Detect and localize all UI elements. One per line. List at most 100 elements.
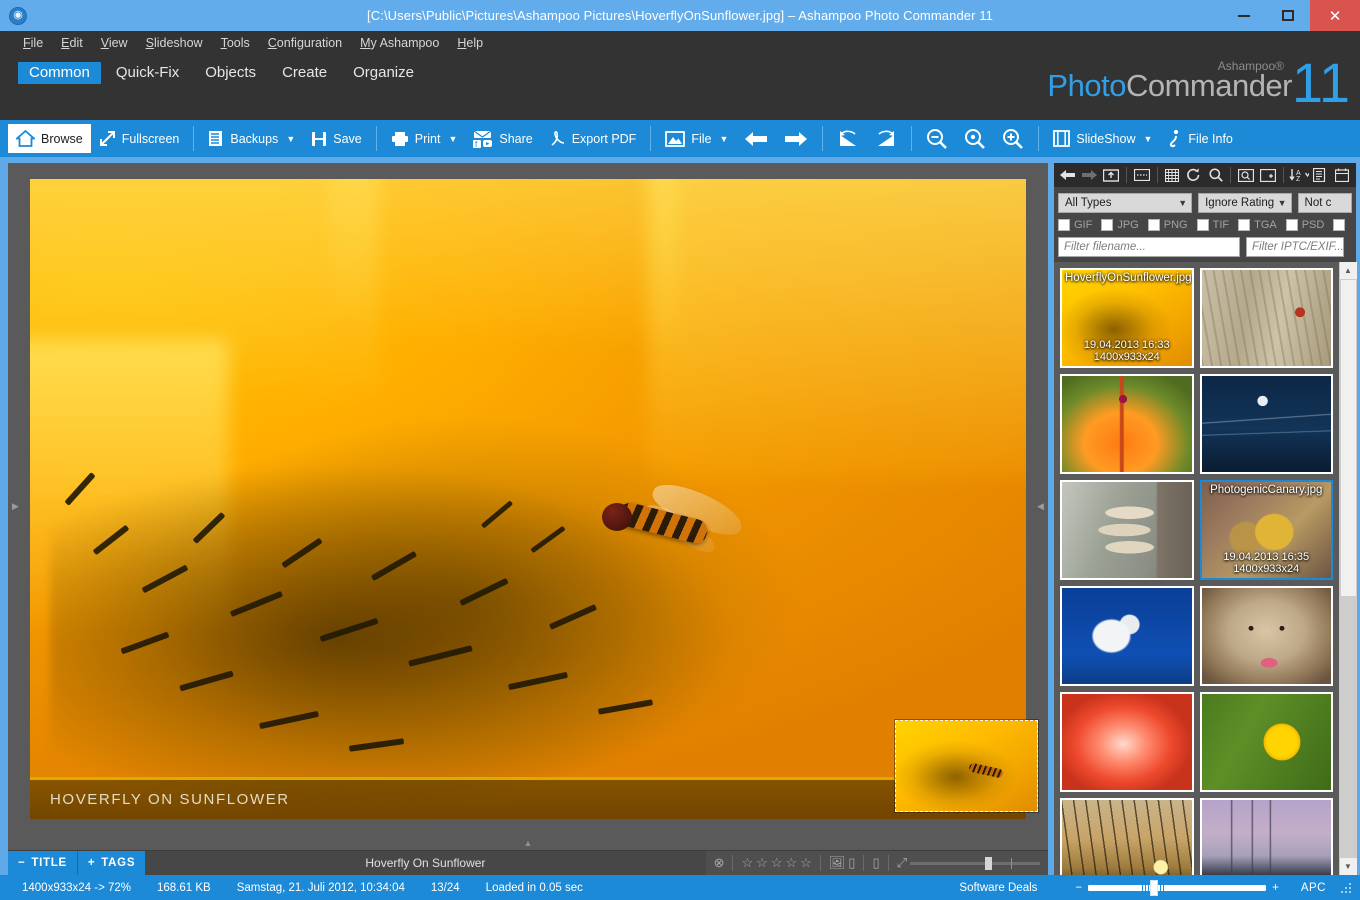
zoom-slider[interactable] — [1088, 879, 1267, 896]
tags-pill-button[interactable]: + TAGS — [76, 851, 146, 875]
search-icon[interactable] — [1206, 165, 1226, 185]
format-checkbox-tif[interactable]: TIF — [1196, 219, 1229, 231]
tab-common[interactable]: Common — [18, 62, 101, 84]
menu-my-ashampoo[interactable]: My Ashampoo — [351, 35, 448, 51]
scroll-up-button[interactable]: ▲ — [1339, 262, 1357, 279]
thumbnail-item[interactable] — [1060, 798, 1194, 875]
add-folder-icon[interactable] — [1258, 165, 1278, 185]
type-filter-select[interactable]: All Types ▼ — [1058, 193, 1193, 213]
menu-help[interactable]: Help — [448, 35, 492, 51]
zoom-out-button[interactable] — [918, 124, 956, 153]
tab-quick-fix[interactable]: Quick-Fix — [105, 62, 190, 84]
fullscreen-button[interactable]: Fullscreen — [91, 124, 188, 153]
tab-organize[interactable]: Organize — [342, 62, 425, 84]
zoom-plus-button[interactable]: + — [1272, 882, 1279, 894]
scrollbar-track[interactable] — [1339, 279, 1357, 858]
thumbnail-size-slider[interactable] — [910, 856, 1040, 870]
scroll-down-button[interactable]: ▼ — [1339, 858, 1357, 875]
rotate-right-button[interactable] — [867, 124, 905, 153]
zoom-region-icon[interactable] — [1236, 165, 1256, 185]
star-2[interactable]: ☆ — [756, 855, 768, 871]
browse-button[interactable]: Browse — [8, 124, 91, 153]
thumbnail-item[interactable] — [1060, 480, 1194, 580]
menu-slideshow[interactable]: Slideshow — [137, 35, 212, 51]
star-3[interactable]: ☆ — [771, 855, 783, 871]
previous-image-button[interactable] — [736, 124, 776, 153]
title-pill-button[interactable]: − TITLE — [8, 851, 77, 875]
sort-az-icon[interactable]: AZ — [1289, 165, 1309, 185]
checkbox-box[interactable] — [1101, 219, 1114, 231]
format-checkbox-png[interactable]: PNG — [1147, 219, 1188, 231]
zoom-fit-button[interactable] — [956, 124, 994, 153]
star-5[interactable]: ☆ — [800, 855, 812, 871]
left-panel-handle[interactable]: ▶ — [11, 496, 20, 518]
menu-file[interactable]: FFileile — [14, 35, 52, 51]
color-filter-select[interactable]: Not c — [1297, 193, 1352, 213]
maximize-button[interactable] — [1266, 0, 1310, 31]
backups-button[interactable]: Backups ▼ — [200, 124, 303, 153]
menu-tools[interactable]: Tools — [212, 35, 259, 51]
slideshow-button[interactable]: SlideShow ▼ — [1045, 124, 1160, 153]
close-button[interactable]: ✕ — [1310, 0, 1360, 31]
page-right-icon[interactable]: ▯ — [872, 855, 879, 871]
zoom-slider-knob[interactable] — [1150, 879, 1159, 896]
thumbnail-item[interactable] — [1199, 586, 1333, 686]
share-button[interactable]: f Share — [465, 124, 540, 153]
refresh-icon[interactable] — [1184, 165, 1204, 185]
checkbox-box[interactable] — [1058, 219, 1070, 231]
properties-icon[interactable] — [1311, 165, 1331, 185]
forward-arrow-icon[interactable] — [1080, 165, 1100, 185]
zoom-in-button[interactable] — [994, 124, 1032, 153]
menu-configuration[interactable]: Configuration — [259, 35, 351, 51]
thumbnail-item[interactable] — [1199, 374, 1333, 474]
slider-knob[interactable] — [985, 856, 993, 870]
filename-filter-input[interactable]: Filter filename... — [1058, 237, 1240, 257]
zoom-minus-button[interactable]: − — [1075, 882, 1082, 894]
checkbox-box[interactable] — [1285, 219, 1298, 231]
thumbnail-item[interactable] — [1060, 692, 1194, 792]
image-canvas[interactable]: HOVERFLY ON SUNFLOWER ▶ ◀ ▲ — [8, 163, 1048, 850]
file-info-button[interactable]: File Info — [1160, 124, 1240, 153]
main-photo[interactable]: HOVERFLY ON SUNFLOWER — [30, 179, 1026, 819]
checkbox-box[interactable] — [1333, 219, 1346, 231]
thumbnail-scrollbar[interactable]: ▲ ▼ — [1339, 262, 1357, 875]
scrollbar-remainder[interactable] — [1339, 597, 1357, 858]
thumbnail-item[interactable] — [1199, 692, 1333, 792]
back-arrow-icon[interactable] — [1058, 165, 1078, 185]
scroll-nub[interactable]: ▲ — [524, 838, 533, 848]
thumbnail-item[interactable]: HoverflyOnSunflower.jpg 19.04.2013 16:33… — [1060, 268, 1194, 368]
grid-view-icon[interactable] — [1162, 165, 1182, 185]
format-checkbox-psd[interactable]: PSD — [1285, 219, 1324, 231]
checkbox-box[interactable] — [1238, 219, 1251, 231]
thumbnail-item[interactable] — [1199, 268, 1333, 368]
thumbnail-item[interactable] — [1199, 798, 1333, 875]
list-view-icon[interactable] — [1132, 165, 1152, 185]
navigator-thumbnail[interactable] — [894, 719, 1039, 813]
software-deals-link[interactable]: Software Deals — [959, 882, 1037, 894]
thumbnail-item[interactable] — [1060, 374, 1194, 474]
image-icon[interactable]: 🖼 — [829, 855, 846, 871]
thumbnail-item-selected[interactable]: PhotogenicCanary.jpg 19.04.2013 16:35 14… — [1199, 480, 1333, 580]
checkbox-box[interactable] — [1196, 219, 1209, 231]
menu-view[interactable]: View — [92, 35, 137, 51]
expand-arrow-icon[interactable]: ⤢ — [897, 855, 907, 871]
minimize-button[interactable] — [1222, 0, 1266, 31]
calendar-icon[interactable] — [1332, 165, 1352, 185]
thumbnail-item[interactable] — [1060, 586, 1194, 686]
format-checkbox-gif[interactable]: GIF — [1058, 219, 1092, 231]
tab-create[interactable]: Create — [271, 62, 338, 84]
iptc-filter-input[interactable]: Filter IPTC/EXIF... — [1246, 237, 1344, 257]
tab-objects[interactable]: Objects — [194, 62, 267, 84]
circle-x-icon[interactable]: ⊗ — [714, 855, 725, 871]
format-checkbox-jpg[interactable]: JPG — [1101, 219, 1139, 231]
star-4[interactable]: ☆ — [785, 855, 797, 871]
rating-filter-select[interactable]: Ignore Rating ▼ — [1198, 193, 1292, 213]
page-left-icon[interactable]: ▯ — [848, 855, 855, 871]
menu-edit[interactable]: Edit — [52, 35, 92, 51]
rotate-left-button[interactable] — [829, 124, 867, 153]
save-button[interactable]: Save — [303, 124, 370, 153]
folder-up-icon[interactable] — [1101, 165, 1121, 185]
format-checkbox-tga[interactable]: TGA — [1238, 219, 1277, 231]
scrollbar-thumb[interactable] — [1339, 279, 1357, 598]
file-menu-button[interactable]: File ▼ — [657, 124, 736, 153]
